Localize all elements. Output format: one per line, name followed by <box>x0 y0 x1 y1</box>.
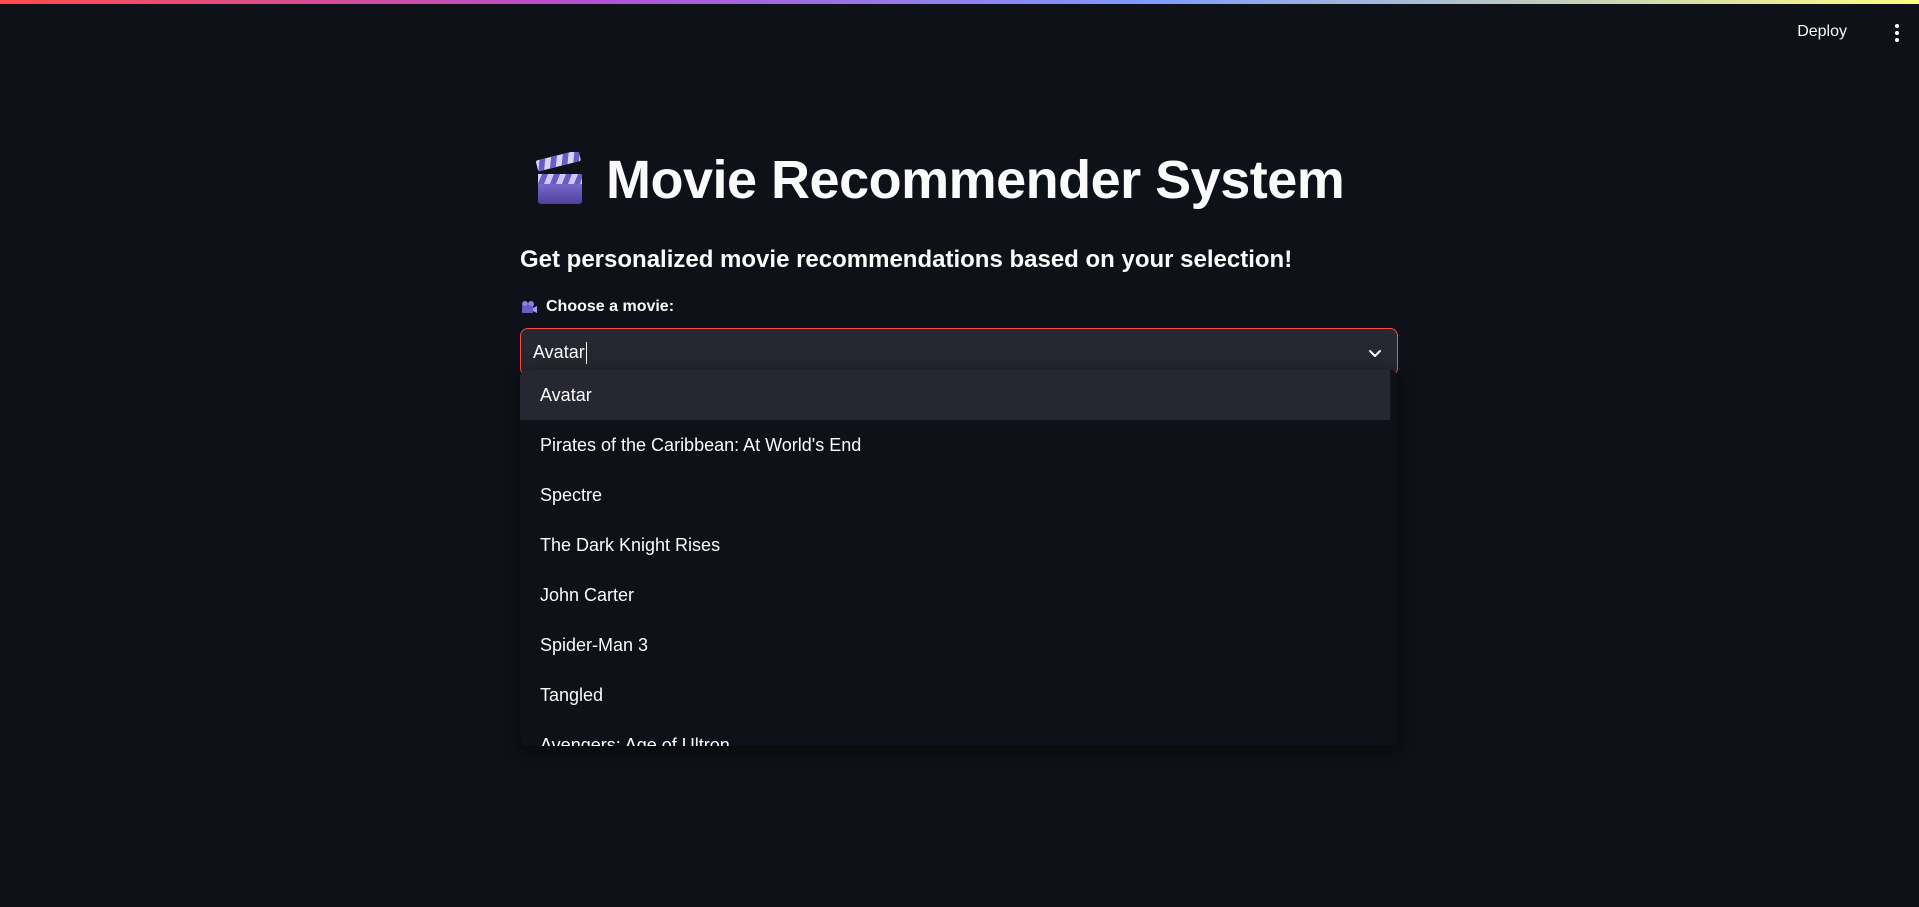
page-title: Movie Recommender System <box>606 150 1345 210</box>
movie-select[interactable]: Avatar <box>520 328 1398 376</box>
app-header: Deploy <box>0 4 1919 64</box>
title-row: Movie Recommender System <box>520 140 1400 220</box>
clapper-board-icon <box>532 150 588 208</box>
movie-option[interactable]: Avatar <box>520 370 1390 420</box>
select-label: Choose a movie: <box>520 298 1400 316</box>
movie-option[interactable]: Pirates of the Caribbean: At World's End <box>520 420 1390 470</box>
movie-select-value: Avatar <box>533 342 585 362</box>
movie-option[interactable]: Tangled <box>520 670 1390 720</box>
movie-options-list: Avatar Pirates of the Caribbean: At World… <box>520 370 1390 746</box>
movie-dropdown: Avatar Pirates of the Caribbean: At World… <box>520 370 1398 746</box>
deploy-button[interactable]: Deploy <box>1797 22 1847 42</box>
page-subtitle: Get personalized movie recommendations b… <box>520 246 1293 273</box>
movie-camera-icon <box>520 300 538 314</box>
movie-option[interactable]: The Dark Knight Rises <box>520 520 1390 570</box>
more-vertical-icon[interactable] <box>1887 22 1907 46</box>
movie-option[interactable]: Avengers: Age of Ultron <box>520 720 1390 746</box>
movie-option[interactable]: John Carter <box>520 570 1390 620</box>
chevron-down-icon[interactable] <box>1367 345 1383 361</box>
select-label-text: Choose a movie: <box>546 298 675 315</box>
movie-option[interactable]: Spectre <box>520 470 1390 520</box>
movie-select-input[interactable]: Avatar <box>533 342 587 365</box>
movie-option[interactable]: Spider-Man 3 <box>520 620 1390 670</box>
text-cursor <box>585 342 587 365</box>
main-content: Movie Recommender System Get personalize… <box>520 140 1400 746</box>
